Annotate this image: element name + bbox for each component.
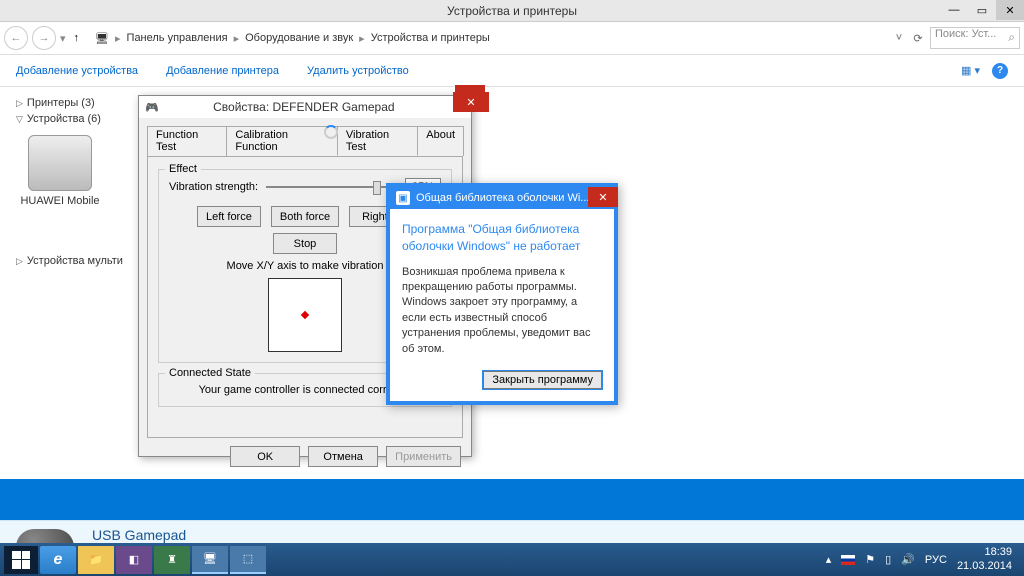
stop-button[interactable]: Stop xyxy=(273,233,337,254)
ok-button[interactable]: OK xyxy=(230,446,300,467)
help-icon[interactable]: ? xyxy=(992,63,1008,79)
breadcrumb-dropdown-icon[interactable]: ˅ xyxy=(892,32,906,44)
tab-vibration[interactable]: Vibration Test xyxy=(337,126,418,156)
apply-button[interactable]: Применить xyxy=(386,446,461,467)
language-indicator[interactable]: РУС xyxy=(925,554,947,566)
left-force-button[interactable]: Left force xyxy=(197,206,261,227)
error-body-text: Возникшая проблема привела к прекращению… xyxy=(402,265,602,357)
taskbar-app2[interactable]: ♜ xyxy=(154,546,190,574)
tab-about[interactable]: About xyxy=(417,126,464,156)
up-button[interactable]: ↑ xyxy=(70,32,84,44)
device-item-huawei[interactable]: HUAWEI Mobile xyxy=(16,135,104,207)
dialog-close-button[interactable]: ✕ xyxy=(453,92,489,112)
dialog-icon: 🎮 xyxy=(145,101,159,114)
action-center-icon[interactable]: ⚑ xyxy=(865,553,875,566)
program-icon: ▣ xyxy=(396,191,410,205)
volume-icon[interactable]: 🔊 xyxy=(901,553,915,566)
remove-device-link[interactable]: Удалить устройство xyxy=(307,65,409,77)
loading-spinner-icon xyxy=(324,125,338,139)
window-titlebar: Устройства и принтеры — ▭ ✕ xyxy=(0,0,1024,22)
command-bar: Добавление устройства Добавление принтер… xyxy=(0,55,1024,87)
tab-calibration[interactable]: Calibration Function xyxy=(226,126,338,156)
breadcrumb-item[interactable]: Панель управления xyxy=(127,32,228,44)
error-close-button[interactable]: ✕ xyxy=(588,187,618,207)
both-force-button[interactable]: Both force xyxy=(271,206,339,227)
taskbar-ie[interactable]: e xyxy=(40,546,76,574)
device-icon xyxy=(28,135,92,191)
search-input[interactable]: Поиск: Уст... xyxy=(930,27,1020,49)
taskbar: e 📁 ◧ ♜ 🖥 ⬚ ▴ ⚑ ▯ 🔊 РУС 18:39 21.03.2014 xyxy=(0,543,1024,576)
system-tray: ▴ ⚑ ▯ 🔊 РУС 18:39 21.03.2014 xyxy=(826,546,1020,572)
vibration-slider[interactable] xyxy=(266,186,397,188)
effect-legend: Effect xyxy=(165,163,201,175)
clock[interactable]: 18:39 21.03.2014 xyxy=(957,546,1012,572)
taskbar-explorer[interactable]: 📁 xyxy=(78,546,114,574)
cancel-button[interactable]: Отмена xyxy=(308,446,378,467)
windows-logo-icon xyxy=(12,551,30,569)
refresh-icon[interactable]: ⟳ xyxy=(910,32,926,45)
history-dropdown-icon[interactable]: ▾ xyxy=(60,32,66,45)
window-title: Устройства и принтеры xyxy=(447,4,577,18)
error-heading: Программа "Общая библиотека оболочки Win… xyxy=(402,221,602,255)
details-title: USB Gamepad xyxy=(92,527,256,543)
slider-thumb[interactable] xyxy=(373,181,381,195)
network-icon[interactable]: ▯ xyxy=(885,553,891,566)
navigation-bar: ← → ▾ ↑ 🖥▸ Панель управления▸ Оборудован… xyxy=(0,22,1024,55)
close-button[interactable]: ✕ xyxy=(996,0,1024,20)
dialog-title: Свойства: DEFENDER Gamepad xyxy=(165,100,443,114)
connected-state-legend: Connected State xyxy=(165,367,255,379)
taskbar-app[interactable]: ◧ xyxy=(116,546,152,574)
taskbar-control-panel[interactable]: 🖥 xyxy=(192,546,228,574)
xy-pad[interactable] xyxy=(268,278,342,352)
minimize-button[interactable]: — xyxy=(940,0,968,20)
breadcrumb-item[interactable]: Устройства и принтеры xyxy=(371,32,490,44)
vibration-strength-label: Vibration strength: xyxy=(169,181,258,193)
tray-up-icon[interactable]: ▴ xyxy=(826,553,832,566)
maximize-button[interactable]: ▭ xyxy=(968,0,996,20)
error-dialog: ▣ Общая библиотека оболочки Wi... ✕ Прог… xyxy=(386,183,618,405)
tab-function-test[interactable]: Function Test xyxy=(147,126,227,156)
tab-strip: Function Test Calibration Function Vibra… xyxy=(139,118,471,156)
error-titlebar[interactable]: ▣ Общая библиотека оболочки Wi... ✕ xyxy=(390,187,614,209)
back-button[interactable]: ← xyxy=(4,26,28,50)
dialog-titlebar[interactable]: 🎮 Свойства: DEFENDER Gamepad ? ✕ xyxy=(139,96,471,118)
forward-button[interactable]: → xyxy=(32,26,56,50)
xy-cursor-icon xyxy=(301,311,309,319)
flag-icon[interactable] xyxy=(841,555,855,565)
error-title: Общая библиотека оболочки Wi... xyxy=(416,192,608,204)
taskbar-app3[interactable]: ⬚ xyxy=(230,546,266,574)
close-program-button[interactable]: Закрыть программу xyxy=(483,371,602,389)
start-button[interactable] xyxy=(4,546,38,574)
breadcrumb[interactable]: 🖥▸ Панель управления▸ Оборудование и зву… xyxy=(87,32,888,45)
add-printer-link[interactable]: Добавление принтера xyxy=(166,65,279,77)
breadcrumb-item[interactable]: Оборудование и звук xyxy=(245,32,353,44)
view-options-icon[interactable]: ▦ ▾ xyxy=(961,64,980,77)
add-device-link[interactable]: Добавление устройства xyxy=(16,65,138,77)
breadcrumb-icon: 🖥 xyxy=(95,32,109,45)
